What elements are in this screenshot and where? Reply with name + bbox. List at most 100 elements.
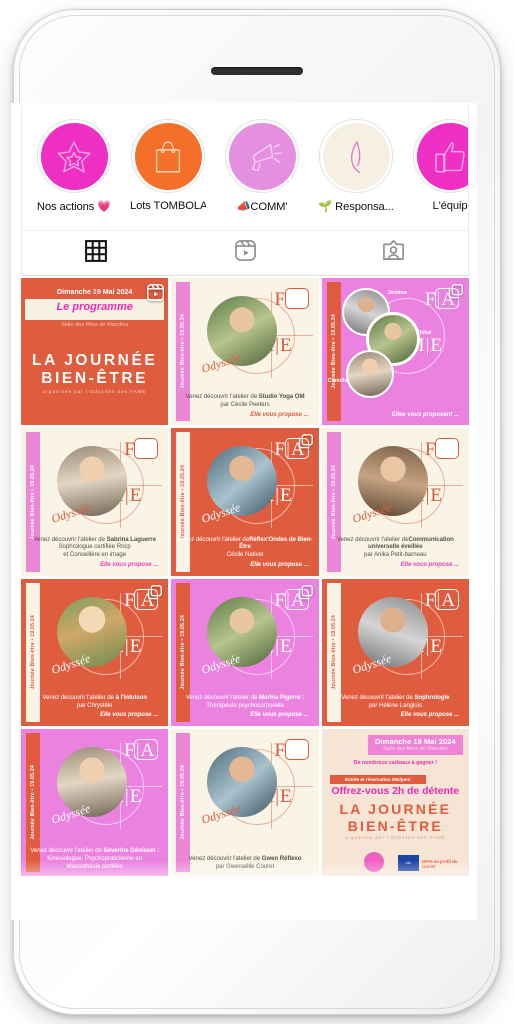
- story-highlight-0[interactable]: Nos actions 💗: [36, 105, 112, 213]
- post-captions: Venez découvrir l'atelier de Séverine Gé…: [27, 847, 162, 870]
- caption-proposes: Elles vous proposent ...: [391, 411, 459, 418]
- highlight-label: L'équip: [432, 200, 468, 212]
- logo-square-decoration: [284, 288, 309, 309]
- caption-line3: Massothésie certifiée: [66, 862, 123, 870]
- post-captions: Venez découvrir l'atelier de Marina Pige…: [177, 694, 312, 720]
- grid-post-5[interactable]: Journée Bien-être • 19.05.24F|AM|EOdyssé…: [171, 428, 319, 576]
- caption-line2: par Cécile Peeters: [220, 400, 270, 408]
- person-name-2: Camille: [327, 378, 348, 384]
- portrait-3: [345, 350, 394, 398]
- post-captions: Venez découvrir l'atelier deCommunicatio…: [328, 536, 463, 570]
- story-highlight-3[interactable]: 🌱 Responsa...: [318, 105, 394, 213]
- caption-line3: et Conseillère en image: [63, 551, 127, 559]
- post-grid[interactable]: Dimanche 19 Mai 2024 Le programme Salle de…: [21, 278, 469, 877]
- reels-icon: [234, 239, 257, 267]
- poster-programme-title: Le programme: [56, 301, 133, 313]
- post-badge-reels-icon: [146, 283, 165, 301]
- logo-square-decoration: [434, 588, 459, 610]
- leaf-icon: [322, 122, 390, 190]
- poster-entry-price: Entrée et réservation 25€/pers: [329, 774, 426, 784]
- profile-tab-bar[interactable]: [21, 230, 469, 276]
- highlight-label: 📣COMM': [236, 201, 288, 213]
- poster-date: Dimanche 19 Mai 2024: [375, 736, 456, 746]
- grid-post-12[interactable]: Dimanche 19 Mai 2024 Salle des fêtes de M…: [321, 728, 469, 877]
- tagged-tab[interactable]: [319, 231, 468, 275]
- tagged-person-icon: [382, 239, 405, 267]
- grid-post-10[interactable]: Journée Bien-être • 19.05.24F|AM|EOdyssé…: [21, 728, 169, 877]
- poster-title-line1: LA JOURNÉE: [32, 352, 158, 369]
- thumbs-up-icon: [416, 122, 468, 190]
- highlight-ring[interactable]: [319, 119, 393, 193]
- poster-title-line1: LA JOURNÉE: [339, 800, 452, 817]
- caption-proposes: Elle vous propose ...: [400, 561, 459, 568]
- post-captions: Venez découvrir l'atelier de Gwen Réflex…: [177, 855, 312, 871]
- post-badge-carousel-icon: [447, 283, 464, 300]
- highlight-ring[interactable]: [225, 119, 299, 193]
- grid-post-1[interactable]: Dimanche 19 Mai 2024 Le programme Salle de…: [21, 278, 169, 426]
- logo-square-decoration: [134, 438, 159, 460]
- grid-tab[interactable]: [22, 231, 171, 275]
- poster-gifts: De nombreux cadeaux à gagner !: [353, 759, 437, 766]
- caption-line1: Venez découvrir l'atelier de Sabrina Lag…: [33, 535, 156, 543]
- caption-proposes: Elle vous propose ...: [250, 561, 309, 568]
- phone-screen: Nos actions 💗 Lots TOMBOLA 📣COMM' 🌱 Respons…: [11, 103, 477, 903]
- post-side-strip: Journée Bien-être • 19.05.24: [326, 282, 341, 422]
- caption-line1: Venez découvrir l'atelier de Sophrologie: [341, 693, 450, 701]
- post-badge-carousel-icon: [297, 433, 314, 450]
- grid-post-8[interactable]: Journée Bien-être • 19.05.24F|AM|EOdyssé…: [171, 578, 319, 726]
- caption-line2: par Gwenaëlle Couret: [215, 862, 275, 870]
- post-badge-carousel-icon: [297, 584, 314, 601]
- poster-organiser: organisée par l'Odyssée des FAME: [42, 389, 147, 394]
- caption-line1: Venez découvrir l'atelier de Gwen Réflex…: [188, 854, 302, 862]
- post-captions: Venez découvrir l'atelier de Sophrologie…: [328, 694, 463, 720]
- caption-line1: Venez découvrir l'atelier de Séverine Gé…: [30, 846, 160, 854]
- poster-venue: Salle des fêtes de Marolles: [382, 745, 448, 752]
- story-highlight-1[interactable]: Lots TOMBOLA: [130, 105, 206, 212]
- story-highlight-4[interactable]: L'équip: [412, 105, 468, 212]
- workshop-portrait: [357, 596, 428, 667]
- highlight-label: Lots TOMBOLA: [130, 200, 206, 212]
- grid-post-11[interactable]: Journée Bien-être • 19.05.24F|AM|EOdyssé…: [171, 728, 319, 877]
- caption-line2: Cécile Nativel: [226, 551, 264, 559]
- logo-square-decoration: [284, 738, 309, 760]
- caption-proposes: Elle vous propose ...: [99, 561, 159, 568]
- caption-line1: Venez découvrir l'atelier deRéflex'Ondes…: [177, 535, 313, 551]
- post-badge-carousel-icon: [146, 584, 163, 601]
- highlight-label: 🌱 Responsa...: [318, 201, 394, 213]
- grid-post-6[interactable]: Journée Bien-être • 19.05.24F|AM|EOdyssé…: [321, 428, 469, 576]
- caption-proposes: Elle vous propose ...: [99, 712, 159, 719]
- story-highlights-row[interactable]: Nos actions 💗 Lots TOMBOLA 📣COMM' 🌱 Respons…: [21, 105, 469, 230]
- story-highlight-2[interactable]: 📣COMM': [224, 105, 300, 213]
- post-captions: Venez découvrir l'atelier de Studio Yoga…: [177, 393, 312, 419]
- grid-icon: [85, 239, 108, 267]
- star-outline-icon: [40, 122, 108, 190]
- highlight-ring[interactable]: [413, 119, 468, 193]
- caption-proposes: Elle vous propose ...: [250, 712, 309, 719]
- sponsor-logo: cic: [397, 855, 419, 872]
- highlight-ring[interactable]: [37, 119, 111, 193]
- post-side-strip: Journée Bien-être • 19.05.24: [176, 732, 191, 873]
- person-name-0: Jémina: [387, 290, 407, 296]
- workshop-portrait: [57, 596, 127, 667]
- caption-proposes: Elle vous propose ...: [400, 712, 459, 719]
- poster-venue: Salle des fêtes de Marolles: [61, 322, 129, 328]
- earpiece-speaker-icon: [211, 67, 303, 75]
- grid-post-7[interactable]: Journée Bien-être • 19.05.24F|AM|EOdyssé…: [21, 578, 169, 726]
- caption-line1: Venez découvrir l'atelier de Marina Pige…: [185, 693, 305, 701]
- post-captions: Venez découvrir l'atelier deRéflex'Ondes…: [177, 535, 313, 570]
- grid-post-3[interactable]: Journée Bien-être • 19.05.24F|AM|EJémina…: [321, 278, 469, 426]
- caption-line1: Venez découvrir l'atelier de à l'intuiso…: [42, 693, 147, 701]
- poster-profit-note: 100% au profit du comité: [421, 859, 458, 870]
- grid-post-4[interactable]: Journée Bien-être • 19.05.24F|AM|EOdyssé…: [21, 428, 169, 576]
- highlight-label: Nos actions 💗: [36, 201, 112, 213]
- post-captions: Venez découvrir l'atelier de Sabrina Lag…: [27, 536, 162, 570]
- grid-post-2[interactable]: Journée Bien-être • 19.05.24F|AM|EOdyssé…: [171, 278, 319, 426]
- reels-tab[interactable]: [171, 231, 320, 275]
- logo-square-decoration: [434, 438, 459, 460]
- highlight-ring[interactable]: [131, 119, 205, 193]
- caption-line2: par Chrystèle: [76, 701, 113, 709]
- poster-event: Dimanche 19 Mai 2024 Salle des fêtes de M…: [321, 728, 469, 877]
- caption-line1: Venez découvrir l'atelier deCommunicatio…: [336, 535, 454, 551]
- grid-post-9[interactable]: Journée Bien-être • 19.05.24F|AM|EOdyssé…: [321, 578, 469, 726]
- shopping-bag-icon: [134, 122, 202, 190]
